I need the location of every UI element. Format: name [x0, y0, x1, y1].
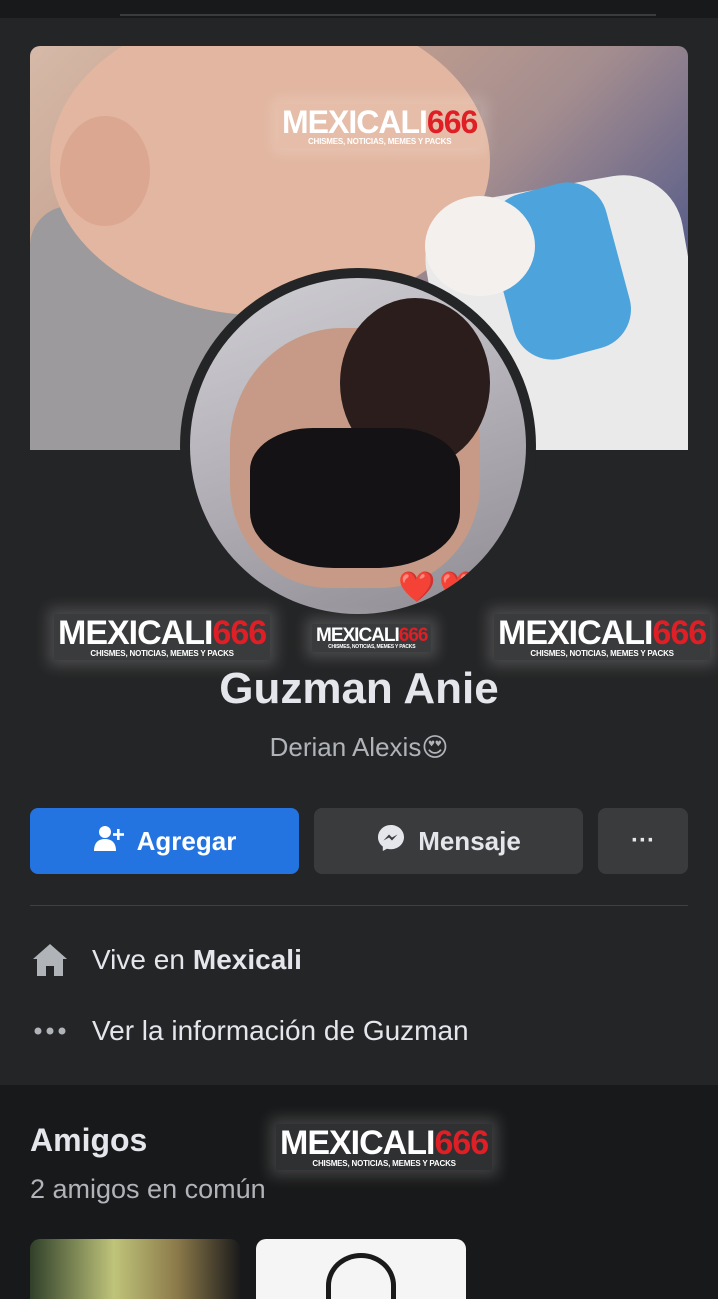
- friend-card-1[interactable]: [30, 1239, 240, 1299]
- home-icon: [30, 940, 70, 980]
- messenger-icon: [376, 823, 406, 860]
- mutual-friends-count: 2 amigos en común: [30, 1174, 266, 1204]
- friend-card-2[interactable]: [256, 1239, 466, 1299]
- profile-nickname: Derian Alexis😍: [269, 732, 449, 762]
- friends-title: Amigos: [30, 1122, 148, 1158]
- lives-in-prefix: Vive en: [92, 944, 185, 975]
- section-divider: [30, 905, 688, 906]
- hearts-sticker: ❤️❤️: [398, 571, 481, 604]
- profile-picture[interactable]: ❤️❤️: [180, 268, 536, 624]
- ribbon-icon: [326, 1253, 396, 1299]
- message-label: Mensaje: [418, 825, 521, 856]
- more-options-button[interactable]: ···: [598, 808, 688, 874]
- watermark-cover: MEXICALI666 CHISMES, NOTICIAS, MEMES Y P…: [278, 104, 482, 148]
- cover-bottle-nipple-shape: [425, 196, 535, 296]
- top-bar-line: [120, 14, 656, 16]
- lives-in-row: Vive en Mexicali: [30, 940, 302, 980]
- add-friend-icon: [93, 824, 125, 859]
- dots-icon: [30, 1011, 70, 1051]
- watermark-left: MEXICALI666 CHISMES, NOTICIAS, MEMES Y P…: [54, 614, 271, 660]
- profile-picture-image: ❤️❤️: [190, 278, 526, 614]
- see-info-row[interactable]: Ver la información de Guzman: [30, 1011, 469, 1051]
- cover-ear-shape: [60, 116, 150, 226]
- watermark-friends: MEXICALI666 CHISMES, NOTICIAS, MEMES Y P…: [276, 1124, 493, 1170]
- message-button[interactable]: Mensaje: [314, 808, 583, 874]
- watermark-center: MEXICALI666 CHISMES, NOTICIAS, MEMES Y P…: [312, 624, 432, 652]
- see-info-label: Ver la información de Guzman: [92, 1015, 469, 1046]
- watermark-right: MEXICALI666 CHISMES, NOTICIAS, MEMES Y P…: [494, 614, 711, 660]
- add-friend-label: Agregar: [136, 825, 237, 856]
- add-friend-button[interactable]: Agregar: [30, 808, 299, 874]
- more-icon: ···: [631, 827, 655, 854]
- avatar-outfit-shape: [250, 428, 460, 568]
- profile-name: Guzman Anie: [219, 664, 499, 713]
- lives-in-city[interactable]: Mexicali: [193, 944, 302, 976]
